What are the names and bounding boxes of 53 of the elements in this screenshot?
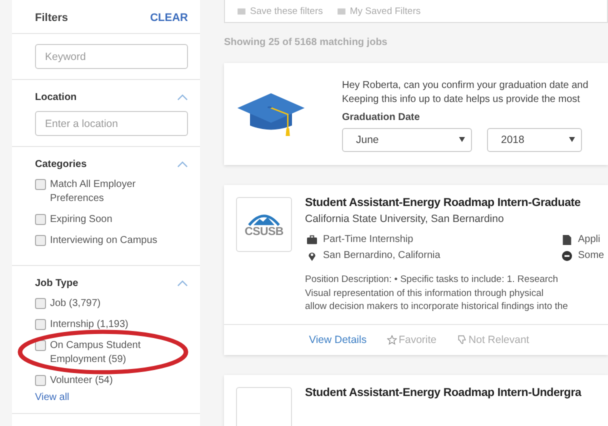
checkbox[interactable] (35, 214, 46, 225)
checkbox[interactable] (35, 375, 46, 386)
job-detail: Part-Time Internship (323, 234, 414, 245)
employer-name: California State University, San Bernardino (305, 213, 505, 225)
month-select[interactable]: June (342, 128, 472, 152)
mountain-arc-icon (246, 212, 282, 226)
section-title: Job Type (35, 278, 78, 289)
briefcase-icon (307, 234, 317, 244)
filters-title: Filters (35, 12, 68, 24)
logo-text: CSUSB (244, 226, 284, 238)
prompt-text: Keeping this info up to date helps us provide the most (342, 92, 581, 106)
checkbox-label[interactable]: Internship (1,193) (50, 318, 128, 332)
job-detail: San Bernardino, California (323, 250, 440, 261)
location-field[interactable]: Enter a location (35, 111, 188, 136)
caret-icon (569, 137, 575, 142)
job-detail: Appli (578, 234, 600, 245)
job-title[interactable]: Student Assistant-Energy Roadmap Intern-Graduate (305, 197, 604, 209)
employer-logo (236, 386, 292, 426)
result-count: Showing 25 of 5168 matching jobs (224, 37, 388, 48)
rectangle-icon (237, 8, 246, 14)
job-description: Visual representation of this information through physical (305, 286, 545, 300)
keyword-field[interactable]: Keyword (35, 44, 188, 69)
minus-circle-icon (562, 250, 572, 260)
view-all-link[interactable]: View all (35, 392, 188, 403)
rectangle-icon (336, 8, 346, 14)
checkbox-label[interactable]: Interviewing on Campus (50, 234, 158, 248)
checkbox[interactable] (35, 179, 46, 190)
checkbox-label[interactable]: Expiring Soon (50, 213, 112, 227)
checkbox-label[interactable]: Match All Employer Preferences (50, 178, 188, 206)
graduation-date-label: Graduation Date (342, 112, 421, 122)
view-details-link[interactable]: View Details (309, 334, 367, 346)
document-icon (562, 234, 572, 244)
caret-icon (459, 137, 465, 142)
clear-link[interactable]: CLEAR (150, 12, 188, 24)
year-select[interactable]: 2018 (487, 128, 582, 152)
star-icon (386, 334, 397, 344)
section-title: Location (35, 92, 77, 103)
job-description: allow decision makers to incorporate historical findings into the (305, 300, 569, 314)
checkbox-label[interactable]: Job (3,797) (50, 297, 101, 311)
checkbox-label[interactable]: Volunteer (54) (50, 374, 113, 388)
checkbox[interactable] (35, 319, 46, 330)
chevron-icon[interactable] (177, 280, 188, 287)
job-description: Position Description: • Specific tasks to include: 1. Research (305, 273, 560, 286)
job-detail: Some (578, 250, 604, 261)
location-pin-icon (307, 250, 317, 260)
section-title: Categories (35, 159, 87, 170)
checkbox[interactable] (35, 235, 46, 246)
job-title[interactable]: Student Assistant-Energy Roadmap Intern-Undergra (305, 386, 604, 398)
checkbox[interactable] (35, 298, 46, 309)
prompt-text: Hey Roberta, can you confirm your graduation date and (342, 78, 588, 92)
chevron-icon[interactable] (177, 161, 188, 168)
chevron-icon[interactable] (177, 94, 188, 101)
thumbs-down-icon (456, 334, 467, 344)
